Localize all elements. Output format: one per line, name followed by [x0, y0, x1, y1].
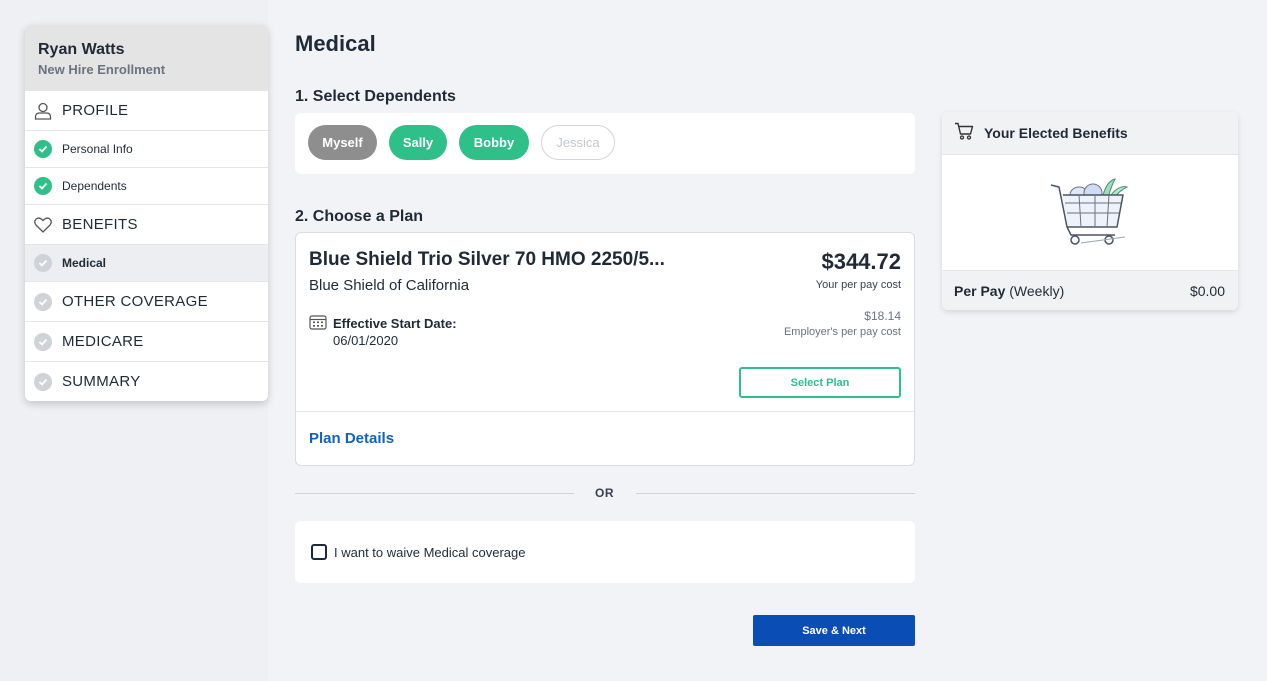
or-separator: OR	[595, 486, 614, 500]
sidebar-item-medical[interactable]: Medical	[25, 244, 268, 281]
elected-benefits-panel: Your Elected Benefits Per Pay (Weekly) $…	[942, 112, 1238, 310]
sidebar-item-label: BENEFITS	[62, 216, 138, 233]
waive-label[interactable]: I want to waive Medical coverage	[334, 545, 525, 560]
sidebar-header: Ryan Watts New Hire Enrollment	[25, 25, 268, 90]
waive-checkbox[interactable]	[311, 544, 327, 560]
check-circle-icon	[34, 177, 52, 195]
per-pay-period: (Weekly)	[1009, 283, 1065, 299]
per-pay-title: Per Pay	[954, 283, 1006, 299]
page-title: Medical	[295, 31, 376, 56]
plan-price: $344.72	[821, 249, 901, 274]
per-pay-label: Per Pay (Weekly)	[954, 283, 1064, 299]
plan-details-link[interactable]: Plan Details	[309, 430, 394, 447]
app-frame: Ryan Watts New Hire Enrollment PROFILE P…	[0, 0, 1267, 681]
dependents-card: Myself Sally Bobby Jessica	[295, 113, 915, 174]
sidebar-item-label: SUMMARY	[62, 373, 141, 390]
heart-icon	[34, 216, 52, 234]
sidebar-item-label: Medical	[62, 256, 107, 270]
employer-price: $18.14	[864, 309, 901, 323]
check-circle-icon	[34, 254, 52, 272]
sidebar-item-label: OTHER COVERAGE	[62, 293, 208, 310]
divider	[636, 493, 915, 494]
sidebar-item-profile[interactable]: PROFILE	[25, 90, 268, 130]
sidebar-item-medicare[interactable]: MEDICARE	[25, 321, 268, 361]
select-plan-button[interactable]: Select Plan	[739, 367, 901, 398]
sidebar-item-other-coverage[interactable]: OTHER COVERAGE	[25, 281, 268, 321]
sidebar-item-label: Dependents	[62, 179, 127, 193]
sidebar-item-label: MEDICARE	[62, 333, 144, 350]
dependent-pill-myself[interactable]: Myself	[308, 125, 377, 160]
sidebar-item-personal-info[interactable]: Personal Info	[25, 130, 268, 167]
sidebar-item-benefits[interactable]: BENEFITS	[25, 204, 268, 244]
dependent-pill-bobby[interactable]: Bobby	[459, 125, 529, 160]
per-pay-amount: $0.00	[1189, 283, 1225, 299]
check-circle-icon	[34, 140, 52, 158]
waive-card: I want to waive Medical coverage	[295, 521, 915, 583]
plan-heading: 2. Choose a Plan	[295, 208, 424, 225]
calendar-icon	[309, 314, 327, 335]
enrollment-sidebar: Ryan Watts New Hire Enrollment PROFILE P…	[25, 25, 268, 401]
plan-name: Blue Shield Trio Silver 70 HMO 2250/5...	[309, 249, 665, 270]
plan-price-caption: Your per pay cost	[815, 279, 901, 291]
divider	[295, 493, 574, 494]
cart-icon	[954, 122, 974, 145]
per-pay-row: Per Pay (Weekly) $0.00	[942, 270, 1238, 310]
user-name: Ryan Watts	[38, 41, 125, 58]
check-circle-icon	[34, 332, 52, 351]
elected-benefits-header: Your Elected Benefits	[942, 112, 1238, 155]
person-icon	[34, 102, 52, 120]
sidebar-item-dependents[interactable]: Dependents	[25, 167, 268, 204]
save-next-button[interactable]: Save & Next	[753, 615, 915, 646]
dependent-pill-jessica[interactable]: Jessica	[541, 125, 615, 160]
sidebar-item-label: PROFILE	[62, 102, 129, 119]
employer-price-caption: Employer's per pay cost	[783, 326, 901, 338]
elected-benefits-title: Your Elected Benefits	[984, 125, 1128, 141]
shopping-cart-illustration-icon	[942, 156, 1238, 270]
check-circle-icon	[34, 292, 52, 311]
check-circle-icon	[34, 372, 52, 391]
plan-card: Blue Shield Trio Silver 70 HMO 2250/5...…	[295, 232, 915, 466]
sidebar-item-summary[interactable]: SUMMARY	[25, 361, 268, 401]
enrollment-subtitle: New Hire Enrollment	[38, 62, 166, 77]
effective-date-label: Effective Start Date:	[333, 316, 457, 331]
sidebar-item-label: Personal Info	[62, 142, 133, 156]
divider	[296, 411, 914, 412]
effective-date: 06/01/2020	[333, 333, 399, 348]
dependents-heading: 1. Select Dependents	[295, 88, 456, 105]
dependent-pill-sally[interactable]: Sally	[389, 125, 447, 160]
plan-carrier: Blue Shield of California	[309, 277, 470, 294]
